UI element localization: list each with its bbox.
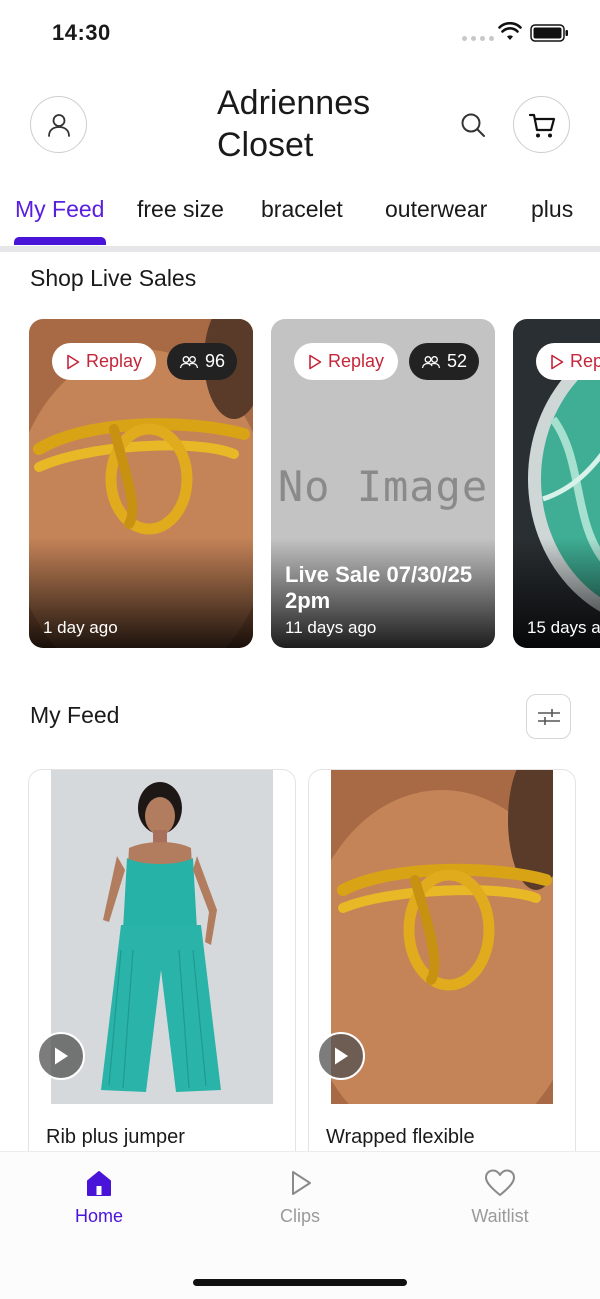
live-sale-time: 15 days ago [527, 618, 600, 637]
category-tabs: My Feed free size bracelet outerwear plu… [0, 184, 600, 252]
replay-badge[interactable]: Replay [52, 343, 157, 380]
live-sale-time: 11 days ago [285, 618, 377, 637]
bottom-nav: Home Clips Waitlist [0, 1151, 600, 1299]
sliders-icon [537, 708, 560, 725]
tab-outerwear[interactable]: outerwear [385, 196, 487, 223]
profile-button[interactable] [30, 96, 87, 153]
tab-bracelet[interactable]: bracelet [261, 196, 343, 223]
play-video-button[interactable] [37, 1032, 85, 1080]
live-sales-heading: Shop Live Sales [30, 265, 197, 291]
viewer-count-badge: 52 [409, 343, 480, 380]
page-title: Adriennes Closet [217, 84, 371, 164]
viewers-icon [421, 355, 441, 368]
play-outline-icon [292, 1171, 311, 1195]
live-sales-carousel: Replay 96 1 day ago No Image Replay 52 L… [0, 319, 600, 649]
live-sale-card[interactable]: Replay 96 1 day ago [29, 319, 253, 648]
product-name: Rib plus jumper [46, 1126, 185, 1148]
active-tab-indicator [14, 237, 106, 245]
nav-clips[interactable]: Clips [240, 1168, 360, 1227]
status-time: 14:30 [52, 20, 111, 45]
battery-icon [530, 24, 568, 42]
live-sale-title: Live Sale 07/30/25 2pm [285, 562, 473, 613]
tab-my-feed[interactable]: My Feed [15, 196, 104, 223]
signal-icon [462, 36, 494, 41]
status-bar: 14:30 [0, 0, 600, 64]
home-indicator [193, 1279, 407, 1286]
replay-badge[interactable]: Replay [536, 343, 600, 380]
replay-label: Replay [570, 351, 600, 371]
play-outline-icon [309, 354, 322, 369]
filter-button[interactable] [526, 694, 571, 739]
heart-icon [485, 1169, 515, 1196]
nav-clips-label: Clips [279, 1206, 320, 1226]
wifi-icon [498, 22, 522, 40]
replay-label: Replay [86, 351, 143, 371]
replay-label: Replay [328, 351, 385, 371]
product-name: Wrapped flexible [326, 1126, 475, 1148]
search-button[interactable] [456, 108, 490, 142]
product-card[interactable]: Rib plus jumper [28, 769, 296, 1169]
viewer-count-badge: 96 [167, 343, 238, 380]
product-card[interactable]: Wrapped flexible [308, 769, 576, 1169]
viewer-count: 96 [205, 351, 226, 371]
play-icon [55, 1047, 68, 1065]
tab-free-size[interactable]: free size [137, 196, 224, 223]
nav-waitlist-label: Waitlist [471, 1206, 529, 1226]
user-icon [47, 113, 70, 137]
nav-waitlist[interactable]: Waitlist [440, 1168, 560, 1227]
play-video-button[interactable] [317, 1032, 365, 1080]
play-outline-icon [551, 354, 564, 369]
viewer-count: 52 [447, 351, 468, 371]
feed-heading: My Feed [30, 702, 120, 728]
play-icon [335, 1047, 348, 1065]
live-sale-card[interactable]: No Image Replay 52 Live Sale 07/30/25 2p… [271, 319, 495, 648]
search-icon [461, 113, 485, 137]
home-icon [87, 1171, 111, 1196]
live-sale-time: 1 day ago [43, 618, 118, 637]
viewers-icon [179, 355, 199, 368]
cart-button[interactable] [513, 96, 570, 153]
replay-badge[interactable]: Replay [294, 343, 399, 380]
header: Adriennes Closet [0, 64, 600, 184]
play-outline-icon [67, 354, 80, 369]
divider [0, 246, 600, 252]
no-image-text: No Image [278, 462, 488, 511]
live-sale-card[interactable]: Replay 15 days ago [513, 319, 600, 648]
cart-icon [528, 113, 555, 137]
nav-home[interactable]: Home [39, 1168, 159, 1227]
nav-home-label: Home [74, 1206, 123, 1226]
tab-plus[interactable]: plus [531, 196, 573, 223]
